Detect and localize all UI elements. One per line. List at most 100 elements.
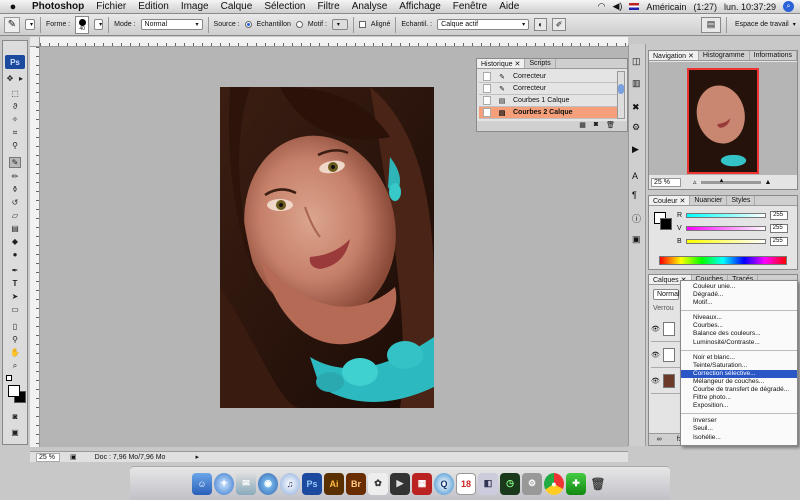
- horizontal-ruler[interactable]: [40, 37, 628, 47]
- menu-item[interactable]: Filtre photo...: [681, 394, 797, 402]
- new-document-icon[interactable]: ▦: [579, 121, 586, 131]
- tab-histogramme[interactable]: Histogramme: [699, 51, 750, 60]
- eraser-tool-icon[interactable]: ▱: [9, 210, 21, 221]
- shape-tool-icon[interactable]: ▭: [9, 304, 21, 315]
- menu-analyse[interactable]: Analyse: [346, 1, 394, 12]
- eyedropper-2-tool-icon[interactable]: ⚲: [9, 334, 21, 345]
- finder-icon[interactable]: ☺: [192, 472, 212, 495]
- ruler-origin[interactable]: [30, 37, 40, 47]
- aligne-checkbox[interactable]: [358, 21, 366, 28]
- navigator-thumbnail[interactable]: [687, 68, 759, 174]
- battery-status[interactable]: (1:27): [693, 2, 717, 12]
- lasso-tool-icon[interactable]: ϑ: [9, 101, 21, 112]
- menu-item[interactable]: Noir et blanc...: [681, 354, 797, 362]
- healing-brush-tool-icon[interactable]: ✎: [4, 16, 20, 33]
- screen-mode-icon[interactable]: ▣: [9, 427, 21, 438]
- menu-item[interactable]: Inverser: [681, 417, 797, 425]
- trash-icon[interactable]: 🗑: [588, 473, 608, 495]
- mail-icon[interactable]: ✉: [236, 472, 256, 495]
- menu-image[interactable]: Image: [175, 1, 215, 12]
- history-brush-tool-icon[interactable]: ↺: [9, 197, 21, 208]
- history-scroll-thumb[interactable]: [618, 84, 624, 94]
- menu-item[interactable]: Courbe de transfert de dégradé...: [681, 386, 797, 394]
- echantillon-radio[interactable]: [244, 21, 252, 28]
- syspref-icon[interactable]: ⚙: [522, 472, 542, 495]
- sample-layer-select[interactable]: Calque actif: [437, 19, 530, 30]
- bridge-icon[interactable]: Br: [346, 472, 366, 495]
- history-checkbox[interactable]: [483, 84, 491, 93]
- zoom-slider[interactable]: ▲: [700, 178, 761, 184]
- vertical-ruler[interactable]: [30, 47, 40, 447]
- quick-mask-icon[interactable]: ◙: [9, 411, 21, 422]
- history-row-selected[interactable]: ▤ Courbes 2 Calque: [479, 107, 619, 119]
- tab-historique[interactable]: Historique ✕: [477, 59, 526, 68]
- pattern-picker[interactable]: [331, 19, 348, 30]
- history-row[interactable]: ✎ Correcteur: [479, 71, 619, 83]
- foreground-color-swatch[interactable]: [8, 385, 20, 397]
- mode-select[interactable]: Normal: [140, 19, 203, 30]
- channel-r-track[interactable]: [686, 213, 767, 218]
- menu-item[interactable]: Courbes...: [681, 322, 797, 330]
- wifi-icon[interactable]: ◠: [598, 1, 606, 12]
- ps-logo[interactable]: Ps: [5, 55, 25, 69]
- tab-styles[interactable]: Styles: [727, 196, 756, 205]
- history-scrollbar[interactable]: [617, 71, 625, 119]
- gradient-tool-icon[interactable]: ▤: [9, 223, 21, 234]
- menu-item[interactable]: Niveaux...: [681, 314, 797, 322]
- motif-radio[interactable]: [295, 21, 303, 28]
- history-checkbox[interactable]: [483, 72, 491, 81]
- status-menu-arrow-icon[interactable]: ▸: [195, 453, 199, 461]
- ical-icon[interactable]: 18: [456, 472, 476, 495]
- zoom-tool-icon[interactable]: ⌕: [9, 360, 21, 371]
- blur-tool-icon[interactable]: ◆: [9, 236, 21, 247]
- itunes-icon[interactable]: ♫: [280, 472, 300, 495]
- menu-fichier[interactable]: Fichier: [90, 1, 132, 12]
- menu-item[interactable]: Motif...: [681, 299, 797, 307]
- histogram-icon[interactable]: ▥: [632, 78, 641, 89]
- navigator-icon[interactable]: ◫: [632, 56, 641, 67]
- status-info-icon[interactable]: ▣: [70, 453, 77, 461]
- history-row[interactable]: ✎ Correcteur: [479, 83, 619, 95]
- path-selection-tool-icon[interactable]: ➤: [9, 291, 21, 302]
- eye-icon[interactable]: 👁: [651, 351, 660, 359]
- tab-nuancier[interactable]: Nuancier: [690, 196, 728, 205]
- menu-item[interactable]: Exposition...: [681, 402, 797, 410]
- layer-row[interactable]: 👁: [651, 343, 681, 368]
- type-tool-icon[interactable]: T: [9, 278, 21, 289]
- app-menu[interactable]: Photoshop: [26, 1, 90, 12]
- tab-navigation[interactable]: Navigation ✕: [649, 51, 699, 60]
- menu-filtre[interactable]: Filtre: [311, 1, 345, 12]
- safari-icon[interactable]: ✦: [214, 472, 234, 495]
- quicktime-icon[interactable]: Q: [434, 472, 454, 495]
- menu-item[interactable]: Balance des couleurs...: [681, 330, 797, 338]
- menu-item[interactable]: Isohélie...: [681, 434, 797, 442]
- menu-item[interactable]: Luminosité/Contraste...: [681, 339, 797, 347]
- eye-icon[interactable]: 👁: [651, 325, 660, 333]
- dictionary-icon[interactable]: ✿: [368, 472, 388, 495]
- menu-aide[interactable]: Aide: [493, 1, 525, 12]
- menu-edition[interactable]: Edition: [132, 1, 175, 12]
- document-image[interactable]: [220, 87, 434, 408]
- hand-tool-icon[interactable]: ✋: [9, 347, 21, 358]
- apple-icon[interactable]: ●: [0, 1, 26, 13]
- history-checkbox[interactable]: [483, 96, 491, 105]
- channel-r-value[interactable]: 255: [770, 211, 789, 220]
- eye-icon[interactable]: 👁: [651, 377, 660, 385]
- menu-fenetre[interactable]: Fenêtre: [447, 1, 493, 12]
- actions-icon[interactable]: ▶: [632, 144, 639, 155]
- brush-tool-icon[interactable]: ✏: [9, 171, 21, 182]
- channel-b-track[interactable]: [685, 239, 766, 244]
- trash-icon[interactable]: 🗑: [606, 121, 615, 131]
- history-checkbox[interactable]: [483, 108, 491, 117]
- iphoto-icon[interactable]: ▦: [412, 472, 432, 495]
- clock[interactable]: lun. 10:37:29: [724, 2, 776, 12]
- brush-picker-arrow[interactable]: [94, 19, 104, 30]
- navigator-zoom-value[interactable]: 25 %: [651, 177, 681, 187]
- menu-item[interactable]: Couleur unie...: [681, 283, 797, 291]
- default-colors-icon[interactable]: [6, 375, 12, 381]
- timemachine-icon[interactable]: ◷: [500, 472, 520, 495]
- pen-tool-icon[interactable]: ✒: [9, 265, 21, 276]
- blend-mode-select[interactable]: Normal: [653, 289, 680, 300]
- ignore-adjustment-layers-icon[interactable]: ◐: [534, 18, 548, 31]
- info-icon[interactable]: ⓘ: [632, 212, 641, 225]
